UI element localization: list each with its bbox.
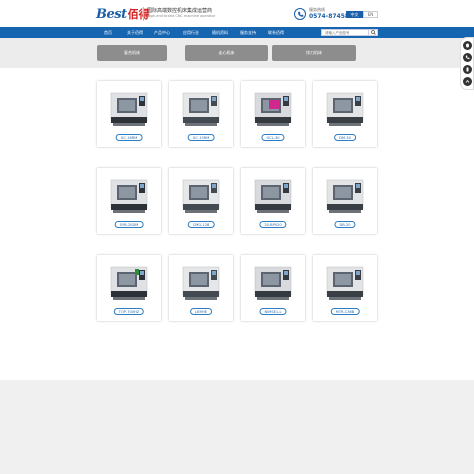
top-icon[interactable]: [463, 77, 472, 86]
product-card[interactable]: CMG-128: [169, 168, 233, 234]
product-label[interactable]: GCL-30: [261, 134, 285, 141]
product-label[interactable]: CMG-128: [187, 221, 215, 228]
product-label[interactable]: GC-16RM: [115, 134, 143, 141]
tab-gang[interactable]: 排刀机床: [272, 45, 356, 61]
product-card[interactable]: NIMSE1-L: [241, 255, 305, 321]
product-card[interactable]: DM-30: [313, 81, 377, 147]
product-image[interactable]: [321, 261, 369, 303]
nav-item-products[interactable]: 产品中心: [154, 27, 170, 38]
product-label[interactable]: NIMSE1-L: [259, 308, 287, 315]
phone-icon[interactable]: [463, 53, 472, 62]
machine-image: [254, 266, 292, 300]
product-card[interactable]: J-B9HE: [169, 255, 233, 321]
logo-divider: [143, 7, 144, 21]
product-image[interactable]: [321, 87, 369, 129]
product-image[interactable]: [105, 87, 153, 129]
nav-item-resources[interactable]: 随机资料: [212, 27, 228, 38]
nav-item-support[interactable]: 服务支持: [240, 27, 256, 38]
product-label[interactable]: GC-15RM: [187, 134, 215, 141]
product-label[interactable]: 20-BP020: [259, 221, 287, 228]
product-image[interactable]: [177, 87, 225, 129]
product-image[interactable]: [249, 261, 297, 303]
product-card[interactable]: TOP-700HZ: [97, 255, 161, 321]
logo[interactable]: Best 佰得: [96, 6, 150, 22]
product-label[interactable]: DM-30: [334, 134, 356, 141]
product-card[interactable]: DB-20: [313, 168, 377, 234]
site-header: Best 佰得 国际高端数控机床集成运营商 High-end brand CNC…: [0, 0, 474, 27]
qq-icon[interactable]: [463, 41, 472, 50]
side-toolbar: [460, 37, 474, 90]
product-label[interactable]: SYB-20DM: [114, 221, 144, 228]
product-label[interactable]: DB-20: [334, 221, 356, 228]
tagline: 国际高端数控机床集成运营商 High-end brand CNC machine…: [147, 8, 237, 19]
footer: [0, 380, 474, 474]
product-card[interactable]: MTR-C36B: [313, 255, 377, 321]
product-image[interactable]: [177, 174, 225, 216]
product-image[interactable]: [249, 174, 297, 216]
nav-item-home[interactable]: 首页: [104, 27, 112, 38]
phone-icon: [294, 8, 306, 20]
machine-image: [110, 266, 148, 300]
tagline-en: High-end brand CNC machine operator: [147, 14, 216, 18]
machine-image: [326, 179, 364, 213]
machine-image: [254, 92, 292, 126]
machine-image: [110, 92, 148, 126]
machine-image: [254, 179, 292, 213]
product-image[interactable]: [105, 174, 153, 216]
tab-compound[interactable]: 复合机床: [97, 45, 167, 61]
nav-item-about[interactable]: 关于佰得: [127, 27, 143, 38]
product-card[interactable]: SYB-20DM: [97, 168, 161, 234]
lang-cn-button[interactable]: 中文: [346, 11, 363, 18]
nav-item-contact[interactable]: 联系佰得: [268, 27, 284, 38]
search-button[interactable]: [369, 29, 378, 36]
product-label[interactable]: J-B9HE: [190, 308, 212, 315]
product-card[interactable]: 20-BP020: [241, 168, 305, 234]
tab-swiss[interactable]: 走心机床: [185, 45, 268, 61]
machine-image: [110, 179, 148, 213]
logo-best: Best: [96, 6, 127, 22]
product-card[interactable]: GC-15RM: [169, 81, 233, 147]
lang-en-button[interactable]: EN: [363, 11, 378, 18]
machine-image: [326, 266, 364, 300]
machine-image: [182, 266, 220, 300]
product-image[interactable]: [177, 261, 225, 303]
machine-image: [326, 92, 364, 126]
machine-image: [182, 92, 220, 126]
product-image[interactable]: [105, 261, 153, 303]
search-icon: [370, 30, 376, 35]
product-card[interactable]: GCL-30: [241, 81, 305, 147]
product-label[interactable]: TOP-700HZ: [113, 308, 145, 315]
nav-item-industries[interactable]: 应用行业: [183, 27, 199, 38]
search-input[interactable]: [321, 29, 369, 36]
product-card[interactable]: GC-16RM: [97, 81, 161, 147]
mobile-icon[interactable]: [463, 65, 472, 74]
product-image[interactable]: [321, 174, 369, 216]
machine-image: [182, 179, 220, 213]
product-image[interactable]: [249, 87, 297, 129]
main-nav: 首页 关于佰得 产品中心 应用行业 随机资料 服务支持 联系佰得: [0, 27, 474, 38]
product-label[interactable]: MTR-C36B: [330, 308, 360, 315]
